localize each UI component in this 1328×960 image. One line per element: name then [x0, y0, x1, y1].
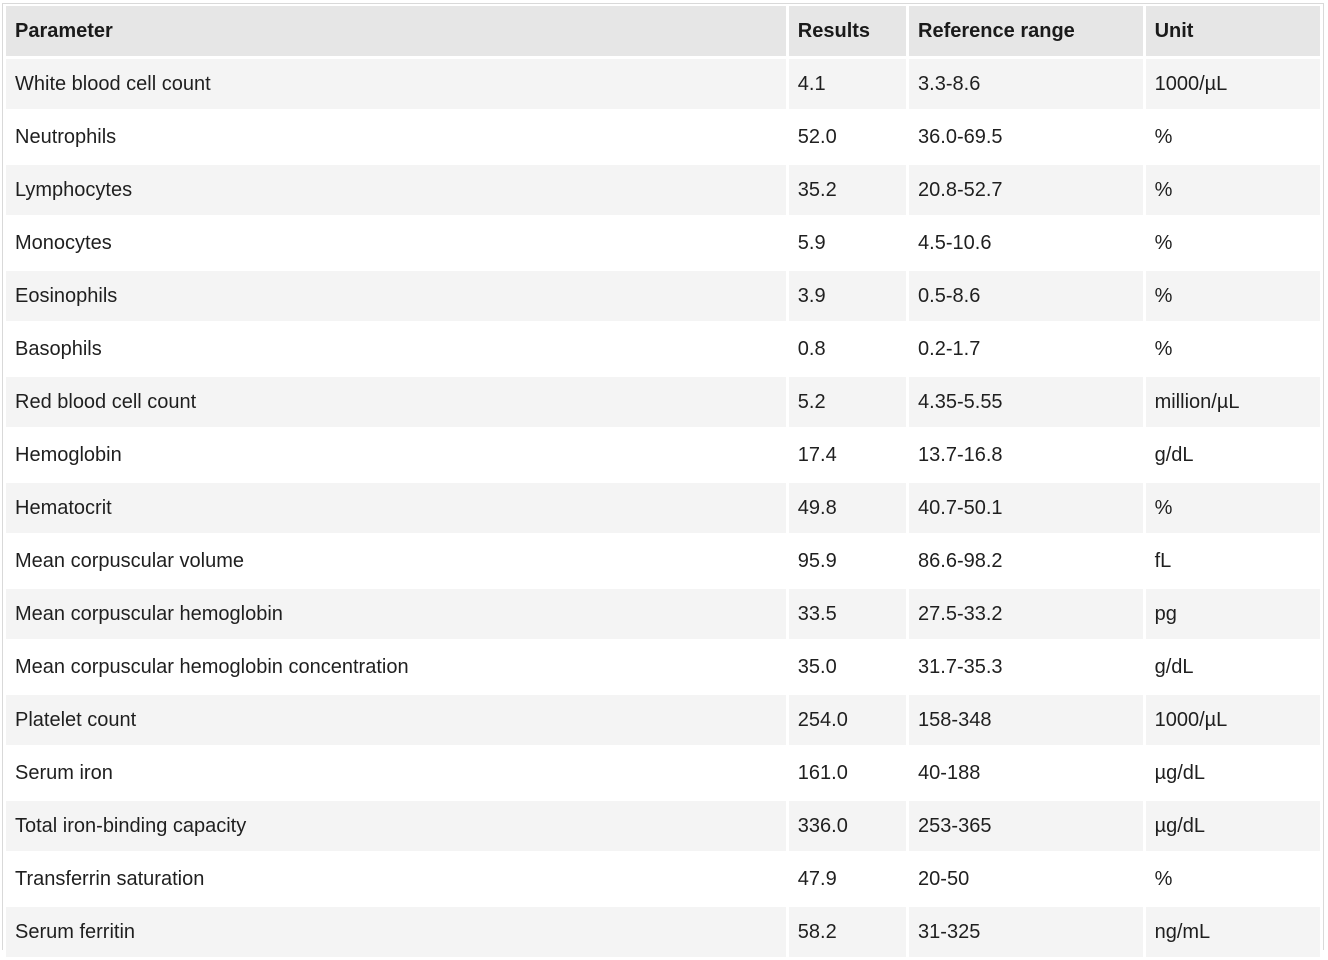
cell-result: 17.4: [788, 430, 907, 480]
cell-reference-range: 86.6-98.2: [909, 536, 1143, 586]
column-header-results: Results: [788, 6, 907, 56]
cell-unit: 1000/µL: [1145, 59, 1320, 109]
cell-parameter: Eosinophils: [6, 271, 786, 321]
table-row: Lymphocytes 35.2 20.8-52.7%: [6, 165, 1320, 215]
table-row: Hematocrit 49.8 40.7-50.1%: [6, 483, 1320, 533]
table-row: Eosinophils 3.9 0.5-8.6%: [6, 271, 1320, 321]
table-row: Red blood cell count 5.2 4.35-5.55 million/…: [6, 377, 1320, 427]
cell-result: 5.2: [788, 377, 907, 427]
cell-result: 336.0: [788, 801, 907, 851]
table-row: Monocytes 5.9 4.5-10.6%: [6, 218, 1320, 268]
table-row: White blood cell count 4.1 3.3-8.6 1000/µL: [6, 59, 1320, 109]
cell-unit: %: [1145, 218, 1320, 268]
cell-unit: %: [1145, 112, 1320, 162]
cell-unit: g/dL: [1145, 430, 1320, 480]
cell-reference-range: 40-188: [909, 748, 1143, 798]
cell-parameter: Red blood cell count: [6, 377, 786, 427]
table-row: Mean corpuscular hemoglobin concentratio…: [6, 642, 1320, 692]
cell-reference-range: 4.35-5.55: [909, 377, 1143, 427]
cell-parameter: Neutrophils: [6, 112, 786, 162]
cell-reference-range: 3.3-8.6: [909, 59, 1143, 109]
cell-reference-range: 4.5-10.6: [909, 218, 1143, 268]
cell-reference-range: 36.0-69.5: [909, 112, 1143, 162]
cell-parameter: Serum iron: [6, 748, 786, 798]
header-row: Parameter Results Reference range Unit: [6, 6, 1320, 56]
cell-parameter: Mean corpuscular hemoglobin concentratio…: [6, 642, 786, 692]
column-header-reference-range: Reference range: [909, 6, 1143, 56]
cell-reference-range: 20.8-52.7: [909, 165, 1143, 215]
cell-result: 33.5: [788, 589, 907, 639]
cell-result: 47.9: [788, 854, 907, 904]
cell-unit: µg/dL: [1145, 801, 1320, 851]
cell-unit: %: [1145, 854, 1320, 904]
cell-reference-range: 158-348: [909, 695, 1143, 745]
cell-result: 0.8: [788, 324, 907, 374]
cell-result: 35.2: [788, 165, 907, 215]
cell-result: 95.9: [788, 536, 907, 586]
table-row: Basophils 0.8 0.2-1.7%: [6, 324, 1320, 374]
table-row: Serum iron 161.0 40-188 µg/dL: [6, 748, 1320, 798]
cell-reference-range: 31.7-35.3: [909, 642, 1143, 692]
table-row: Mean corpuscular volume 95.9 86.6-98.2 fL: [6, 536, 1320, 586]
cell-result: 254.0: [788, 695, 907, 745]
table-row: Total iron-binding capacity 336.0 253-365 µ…: [6, 801, 1320, 851]
cell-reference-range: 40.7-50.1: [909, 483, 1143, 533]
cell-reference-range: 0.5-8.6: [909, 271, 1143, 321]
cell-unit: µg/dL: [1145, 748, 1320, 798]
cell-reference-range: 13.7-16.8: [909, 430, 1143, 480]
cell-parameter: Lymphocytes: [6, 165, 786, 215]
cell-reference-range: 27.5-33.2: [909, 589, 1143, 639]
column-header-unit: Unit: [1145, 6, 1320, 56]
cell-unit: g/dL: [1145, 642, 1320, 692]
cell-unit: %: [1145, 165, 1320, 215]
cell-unit: pg: [1145, 589, 1320, 639]
cell-result: 52.0: [788, 112, 907, 162]
cell-reference-range: 0.2-1.7: [909, 324, 1143, 374]
cell-result: 35.0: [788, 642, 907, 692]
cell-result: 161.0: [788, 748, 907, 798]
table-header: Parameter Results Reference range Unit: [6, 6, 1320, 56]
cell-result: 4.1: [788, 59, 907, 109]
cell-parameter: Monocytes: [6, 218, 786, 268]
cell-parameter: Mean corpuscular volume: [6, 536, 786, 586]
cell-unit: million/µL: [1145, 377, 1320, 427]
cell-result: 5.9: [788, 218, 907, 268]
cell-result: 3.9: [788, 271, 907, 321]
cell-parameter: Basophils: [6, 324, 786, 374]
cell-reference-range: 253-365: [909, 801, 1143, 851]
cell-parameter: Hemoglobin: [6, 430, 786, 480]
cell-parameter: Hematocrit: [6, 483, 786, 533]
cell-unit: fL: [1145, 536, 1320, 586]
cell-parameter: Platelet count: [6, 695, 786, 745]
table-row: Neutrophils 52.0 36.0-69.5%: [6, 112, 1320, 162]
cell-parameter: Transferrin saturation: [6, 854, 786, 904]
cell-unit: 1000/µL: [1145, 695, 1320, 745]
cell-result: 49.8: [788, 483, 907, 533]
cell-unit: %: [1145, 324, 1320, 374]
cell-reference-range: 20-50: [909, 854, 1143, 904]
table-body: White blood cell count 4.1 3.3-8.6 1000/µL N…: [6, 59, 1320, 957]
table-row: Platelet count 254.0 158-348 1000/µL: [6, 695, 1320, 745]
cell-parameter: Total iron-binding capacity: [6, 801, 786, 851]
column-header-parameter: Parameter: [6, 6, 786, 56]
cell-parameter: Mean corpuscular hemoglobin: [6, 589, 786, 639]
lab-results-table: Parameter Results Reference range Unit W…: [3, 3, 1323, 960]
table-row: Hemoglobin 17.4 13.7-16.8 g/dL: [6, 430, 1320, 480]
cell-unit: %: [1145, 271, 1320, 321]
table-row: Mean corpuscular hemoglobin 33.5 27.5-33.2…: [6, 589, 1320, 639]
table-row: Transferrin saturation 47.9 20-50%: [6, 854, 1320, 904]
cell-unit: %: [1145, 483, 1320, 533]
cell-parameter: White blood cell count: [6, 59, 786, 109]
